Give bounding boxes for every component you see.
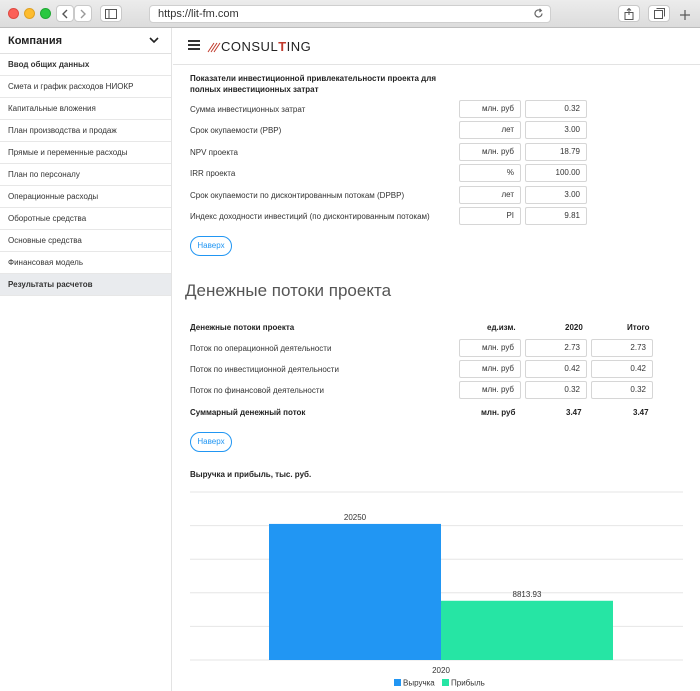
chart-legend-label: Прибыль [451,679,485,688]
reload-icon[interactable] [534,8,544,24]
sidebar-item-operating-costs[interactable]: Операционные расходы [0,186,171,208]
tabs-button[interactable] [648,5,670,22]
share-button[interactable] [618,5,640,22]
sidebar-item-direct-variable-costs[interactable]: Прямые и переменные расходы [0,142,171,164]
chart-legend-swatch [442,679,449,686]
chart-bar-profit [441,600,613,660]
url-text: https://lit-fm.com [158,8,239,20]
sidebar-icon [105,8,117,19]
main-content: CONSUL T ING Показатели инвестиционной при… [173,28,700,691]
sidebar-item-staff-plan[interactable]: План по персоналу [0,164,171,186]
sidebar-item-working-capital[interactable]: Оборотные средства [0,208,171,230]
chevron-right-icon [80,9,86,18]
chart-data-label: 8813.93 [513,590,542,599]
chart-x-tick-label: 2020 [432,666,450,675]
chart-bar-revenue [269,523,441,660]
chart-legend-label: Выручка [403,679,435,688]
chevron-down-icon [149,37,159,44]
sidebar-item-capital-investments[interactable]: Капитальные вложения [0,98,171,120]
sidebar-item-production-sales-plan[interactable]: План производства и продаж [0,120,171,142]
sidebar: Компания Ввод общих данных Смета и графи… [0,28,172,691]
sidebar-item-rnd-budget[interactable]: Смета и график расходов НИОКР [0,76,171,98]
revenue-profit-chart: 20250 8813.93 2020 Выручка Прибыль [190,491,683,688]
sidebar-item-results[interactable]: Результаты расчетов [0,274,171,296]
chart-data-label: 20250 [344,513,367,522]
close-window-button[interactable] [8,8,19,19]
new-tab-button[interactable] [680,7,690,25]
chevron-left-icon [62,9,68,18]
minimize-window-button[interactable] [24,8,35,19]
sidebar-title: Компания [8,34,63,47]
forward-button[interactable] [74,5,92,22]
chart-legend-swatch [394,679,401,686]
sidebar-toggle-button[interactable] [100,5,122,22]
sidebar-header[interactable]: Компания [0,28,171,54]
sidebar-item-general-input[interactable]: Ввод общих данных [0,54,171,76]
browser-toolbar: https://lit-fm.com [0,0,700,28]
plus-icon [680,10,690,20]
address-bar[interactable]: https://lit-fm.com [149,5,551,23]
sidebar-item-financial-model[interactable]: Финансовая модель [0,252,171,274]
tabs-icon [653,8,665,19]
share-icon [624,7,634,20]
maximize-window-button[interactable] [40,8,51,19]
back-button[interactable] [56,5,74,22]
sidebar-item-fixed-assets[interactable]: Основные средства [0,230,171,252]
